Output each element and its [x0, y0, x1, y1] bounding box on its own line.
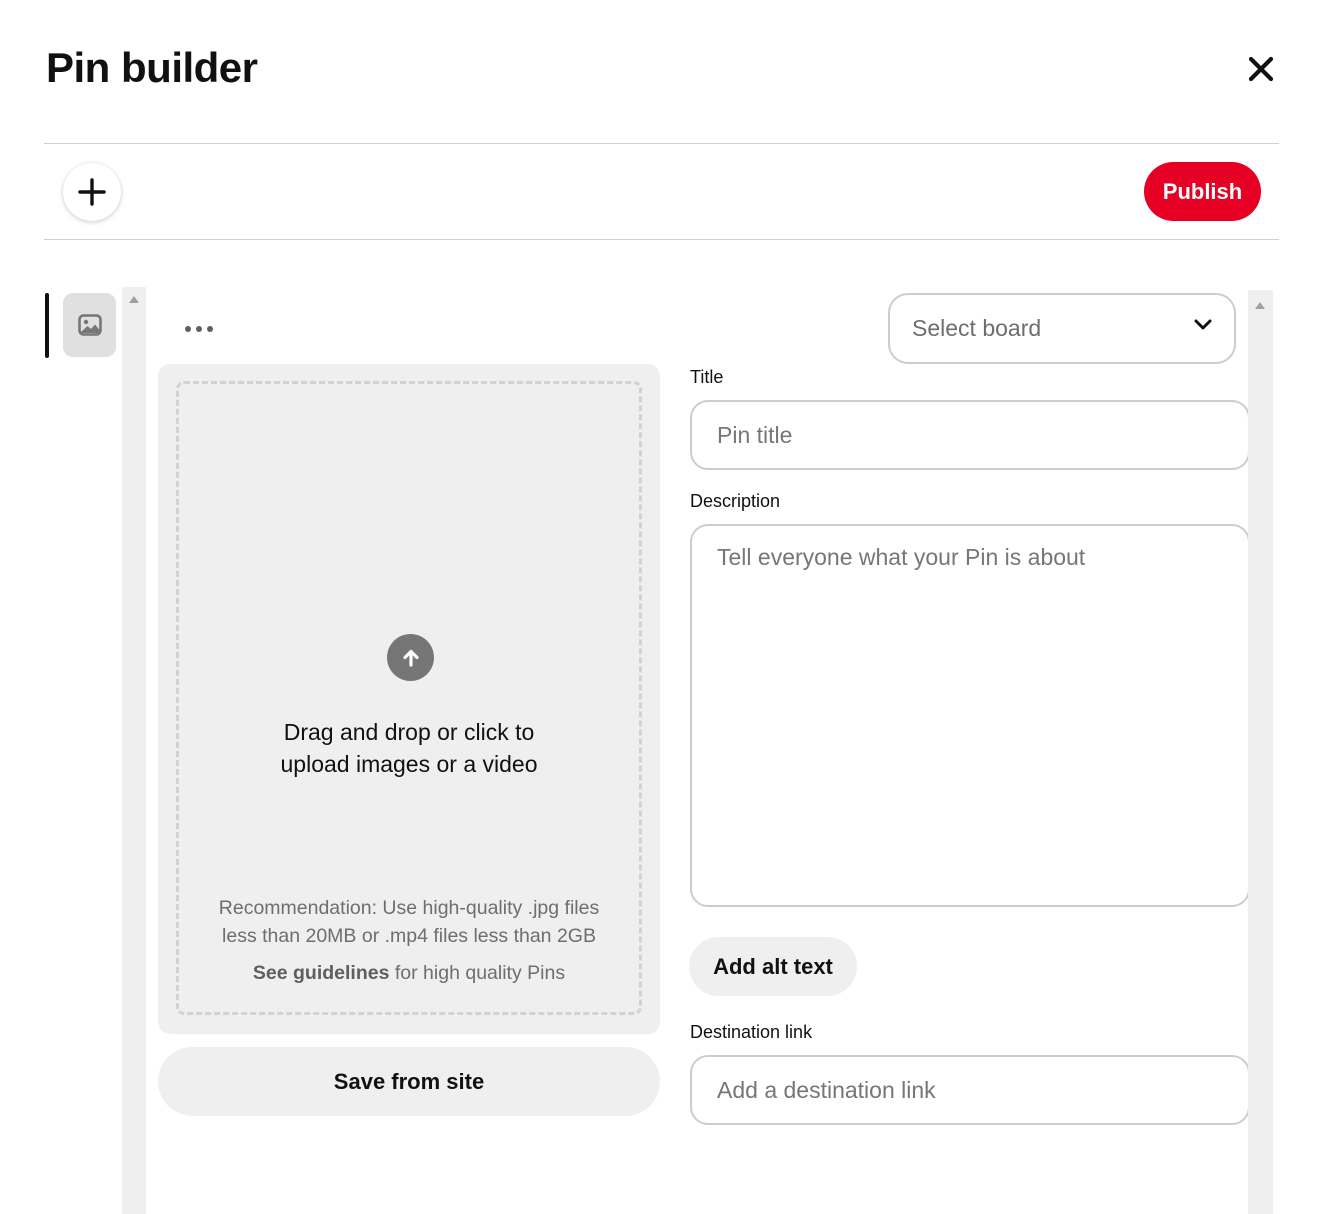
recommendation-line2: less than 20MB or .mp4 files less than 2… — [222, 925, 596, 947]
pin-builder-page: Pin builder Publish Drag and drop or cli… — [0, 0, 1329, 1214]
image-icon — [77, 314, 102, 336]
board-select[interactable]: Select board — [888, 293, 1236, 364]
rail-scrollbar[interactable] — [122, 287, 146, 1214]
upload-instructions-line2: upload images or a video — [280, 751, 538, 777]
close-icon — [1248, 56, 1274, 82]
upload-instructions: Drag and drop or click to upload images … — [179, 716, 639, 780]
upload-dropzone[interactable]: Drag and drop or click to upload images … — [176, 381, 642, 1015]
pin-thumbnail[interactable] — [63, 293, 116, 357]
save-from-site-button[interactable]: Save from site — [158, 1047, 660, 1116]
destination-link-input[interactable] — [690, 1055, 1250, 1125]
title-label: Title — [690, 367, 724, 387]
form-scroll-up-arrow[interactable] — [1255, 302, 1265, 309]
more-options-button[interactable] — [181, 318, 217, 340]
page-title: Pin builder — [46, 44, 258, 91]
chevron-down-icon — [1194, 319, 1212, 330]
header-divider — [44, 143, 1279, 144]
destination-link-label: Destination link — [690, 1022, 813, 1042]
upload-recommendation: Recommendation: Use high-quality .jpg fi… — [179, 894, 639, 950]
description-textarea[interactable] — [690, 524, 1250, 907]
close-button[interactable] — [1240, 48, 1282, 90]
add-pin-button[interactable] — [63, 163, 121, 221]
upload-card: Drag and drop or click to upload images … — [158, 364, 660, 1034]
board-select-value: Select board — [912, 315, 1042, 341]
upload-arrow-icon — [387, 634, 434, 681]
upload-instructions-line1: Drag and drop or click to — [283, 719, 535, 745]
more-icon — [185, 326, 213, 332]
description-label: Description — [690, 491, 781, 511]
rail-scroll-up-arrow[interactable] — [129, 296, 139, 303]
add-alt-text-button[interactable]: Add alt text — [689, 937, 857, 996]
recommendation-line1: Recommendation: Use high-quality .jpg fi… — [218, 897, 600, 919]
guidelines-rest-text: for high quality Pins — [389, 962, 566, 984]
publish-button[interactable]: Publish — [1144, 162, 1261, 221]
plus-icon — [78, 178, 106, 206]
guidelines-text: See guidelines for high quality Pins — [179, 962, 639, 985]
toolbar-divider — [44, 239, 1279, 240]
form-scrollbar[interactable] — [1248, 290, 1273, 1214]
selected-indicator — [45, 293, 49, 358]
see-guidelines-link[interactable]: See guidelines — [253, 962, 390, 984]
pin-title-input[interactable] — [690, 400, 1250, 470]
